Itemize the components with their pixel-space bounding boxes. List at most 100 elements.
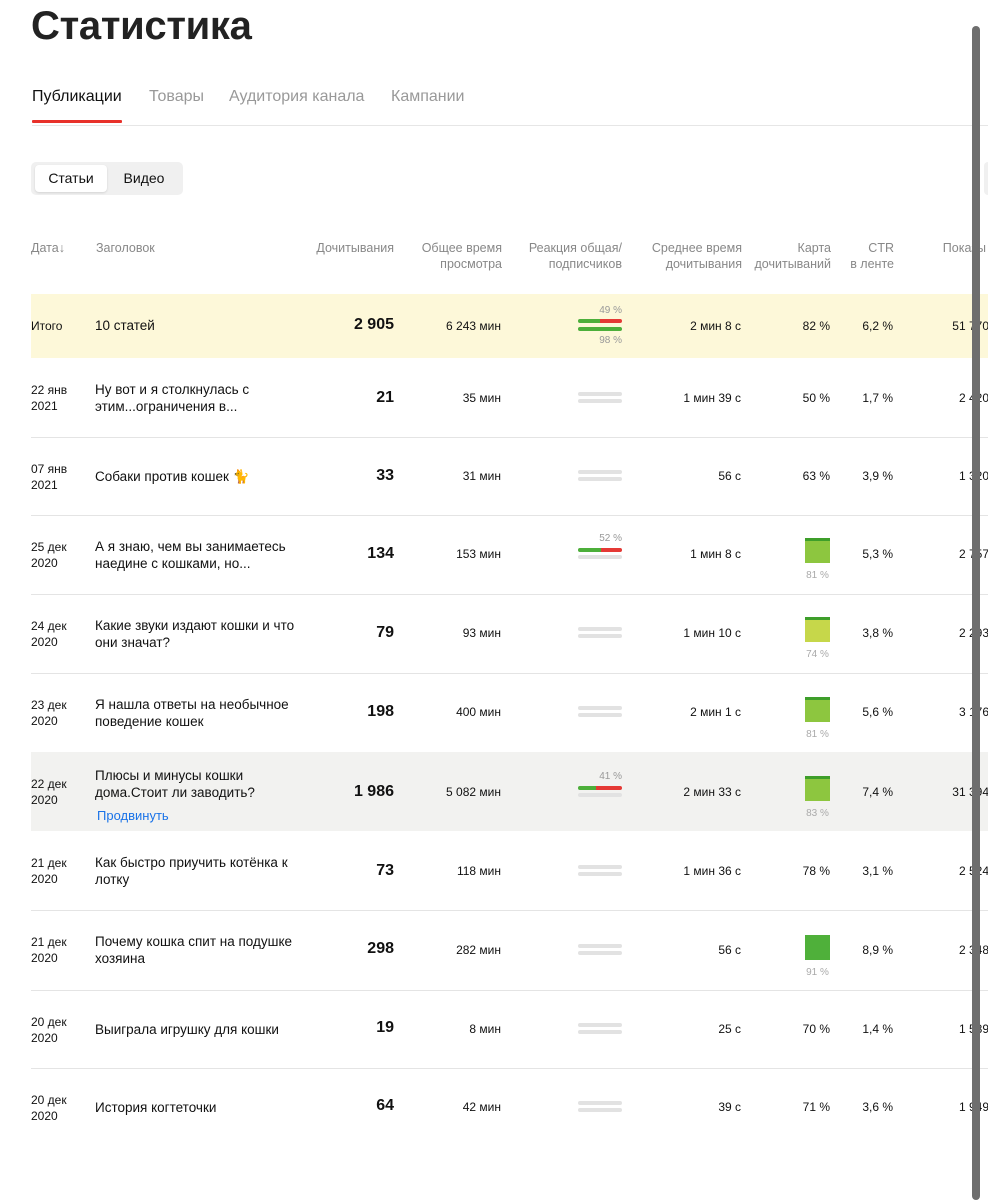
- row-ctr: 7,4 %: [862, 785, 893, 799]
- row-map: 50 %: [802, 391, 830, 405]
- row-reads: 198: [367, 703, 394, 720]
- row-time: 118 мин: [456, 864, 501, 878]
- table-row-total: Итого 10 статей 2 905 6 243 мин 49 % 98 …: [31, 294, 988, 358]
- total-label: Итого: [31, 319, 63, 333]
- row-title[interactable]: А я знаю, чем вы занимаетесь наедине с к…: [95, 538, 310, 572]
- table-row[interactable]: 22 янв 2021 Ну вот и я столкнулась с этим…: [31, 358, 988, 438]
- row-avg-time: 1 мин 39 с: [683, 391, 741, 405]
- table-row[interactable]: 20 дек 2020 История когтеточки 64 42 мин …: [31, 1068, 988, 1146]
- row-reads: 64: [376, 1097, 394, 1114]
- tab-products[interactable]: Товары: [149, 88, 204, 106]
- row-reads: 21: [376, 389, 394, 406]
- total-reads: 2 905: [353, 316, 394, 333]
- row-ctr: 5,3 %: [862, 547, 893, 561]
- row-title[interactable]: Какие звуки издают кошки и что они знача…: [95, 617, 310, 651]
- table-row[interactable]: 20 дек 2020 Выиграла игрушку для кошки 19…: [31, 990, 988, 1069]
- reaction-label: 41 %: [599, 771, 622, 782]
- row-reads: 19: [376, 1019, 394, 1036]
- reaction-label: 52 %: [599, 533, 622, 544]
- row-reads: 298: [367, 940, 394, 957]
- row-title[interactable]: Плюсы и минусы кошки дома.Стоит ли завод…: [95, 767, 310, 801]
- row-ctr: 3,6 %: [862, 1100, 893, 1114]
- row-title[interactable]: Выиграла игрушку для кошки: [95, 1021, 310, 1038]
- row-avg-time: 56 с: [718, 469, 741, 483]
- column-title: Заголовок: [96, 241, 155, 255]
- total-shows: 51 770: [952, 319, 988, 333]
- row-title[interactable]: Как быстро приучить котёнка к лотку: [95, 854, 310, 888]
- column-total-time[interactable]: Общее время просмотра: [422, 240, 502, 272]
- articles-toggle[interactable]: Статьи: [35, 165, 107, 192]
- total-title: 10 статей: [95, 318, 155, 333]
- scrollbar[interactable]: [972, 26, 980, 1200]
- row-date: 24 дек 2020: [31, 619, 67, 649]
- row-time: 31 мин: [462, 469, 501, 483]
- table-row[interactable]: 21 дек 2020 Как быстро приучить котёнка к…: [31, 831, 988, 911]
- row-map: 71 %: [802, 1100, 830, 1114]
- row-date: 20 дек 2020: [31, 1015, 67, 1045]
- row-ctr: 3,9 %: [862, 469, 893, 483]
- column-ctr[interactable]: CTR в ленте: [850, 240, 894, 272]
- row-ctr: 1,4 %: [862, 1022, 893, 1036]
- row-date: 21 дек 2020: [31, 935, 67, 965]
- row-ctr: 3,1 %: [862, 864, 893, 878]
- column-avg-time[interactable]: Среднее время дочитывания: [652, 240, 742, 272]
- table-row[interactable]: 21 дек 2020 Почему кошка спит на подушке …: [31, 910, 988, 991]
- table-row[interactable]: 23 дек 2020 Я нашла ответы на необычное п…: [31, 673, 988, 752]
- read-map-label: 81 %: [806, 729, 829, 740]
- row-reads: 33: [376, 467, 394, 484]
- row-title[interactable]: Я нашла ответы на необычное поведение ко…: [95, 696, 310, 730]
- row-date: 25 дек 2020: [31, 540, 67, 570]
- row-title[interactable]: Почему кошка спит на подушке хозяина: [95, 933, 310, 967]
- row-ctr: 1,7 %: [862, 391, 893, 405]
- video-toggle[interactable]: Видео: [109, 165, 179, 192]
- table-row[interactable]: 25 дек 2020 А я знаю, чем вы занимаетесь …: [31, 515, 988, 595]
- row-avg-time: 1 мин 10 с: [683, 626, 741, 640]
- read-map-label: 91 %: [806, 967, 829, 978]
- table-row[interactable]: 07 янв 2021 Собаки против кошек 🐈 33 31 м…: [31, 437, 988, 516]
- promote-link[interactable]: Продвинуть: [97, 808, 169, 823]
- tab-bar: Публикации Товары Аудитория канала Кампа…: [32, 88, 988, 126]
- row-date: 07 янв 2021: [31, 462, 68, 492]
- tab-channel-audience[interactable]: Аудитория канала: [229, 88, 364, 106]
- row-time: 400 мин: [456, 705, 501, 719]
- total-ctr: 6,2 %: [862, 319, 893, 333]
- tab-publications[interactable]: Публикации: [32, 88, 122, 123]
- row-avg-time: 1 мин 36 с: [683, 864, 741, 878]
- total-avg-time: 2 мин 8 с: [690, 319, 741, 333]
- reaction-total-label: 49 %: [599, 305, 622, 316]
- total-time: 6 243 мин: [446, 319, 501, 333]
- row-avg-time: 2 мин 33 с: [683, 785, 741, 799]
- read-map-label: 83 %: [806, 808, 829, 819]
- row-title[interactable]: Собаки против кошек 🐈: [95, 468, 310, 485]
- row-date: 22 дек 2020: [31, 777, 67, 807]
- row-time: 5 082 мин: [446, 785, 501, 799]
- row-title[interactable]: Ну вот и я столкнулась с этим...ограниче…: [95, 381, 310, 415]
- row-title[interactable]: История когтеточки: [95, 1099, 310, 1116]
- row-avg-time: 39 с: [718, 1100, 741, 1114]
- row-reads: 1 986: [353, 783, 394, 800]
- reaction-subs-label: 98 %: [599, 335, 622, 346]
- column-read-map[interactable]: Карта дочитываний: [755, 240, 832, 272]
- sort-arrow-down-icon: ↓: [58, 241, 65, 255]
- page-title: Статистика: [31, 4, 252, 48]
- row-date: 22 янв 2021: [31, 383, 68, 413]
- row-time: 282 мин: [456, 943, 501, 957]
- row-avg-time: 25 с: [718, 1022, 741, 1036]
- read-map-label: 74 %: [806, 649, 829, 660]
- column-date[interactable]: Дата↓: [31, 240, 65, 256]
- row-avg-time: 2 мин 1 с: [690, 705, 741, 719]
- row-shows: 31 394: [952, 785, 988, 799]
- table-row-highlighted[interactable]: 22 дек 2020 Плюсы и минусы кошки дома.Сто…: [31, 752, 988, 831]
- row-time: 93 мин: [462, 626, 501, 640]
- table-row[interactable]: 24 дек 2020 Какие звуки издают кошки и чт…: [31, 594, 988, 674]
- side-control[interactable]: [984, 162, 988, 195]
- row-avg-time: 1 мин 8 с: [690, 547, 741, 561]
- column-reads[interactable]: Дочитывания: [316, 240, 394, 256]
- tab-campaigns[interactable]: Кампании: [391, 88, 465, 106]
- row-avg-time: 56 с: [718, 943, 741, 957]
- row-date: 21 дек 2020: [31, 856, 67, 886]
- row-reads: 134: [367, 545, 394, 562]
- row-reads: 79: [376, 624, 394, 641]
- column-reaction[interactable]: Реакция общая/подписчиков: [529, 240, 622, 272]
- row-map: 78 %: [802, 864, 830, 878]
